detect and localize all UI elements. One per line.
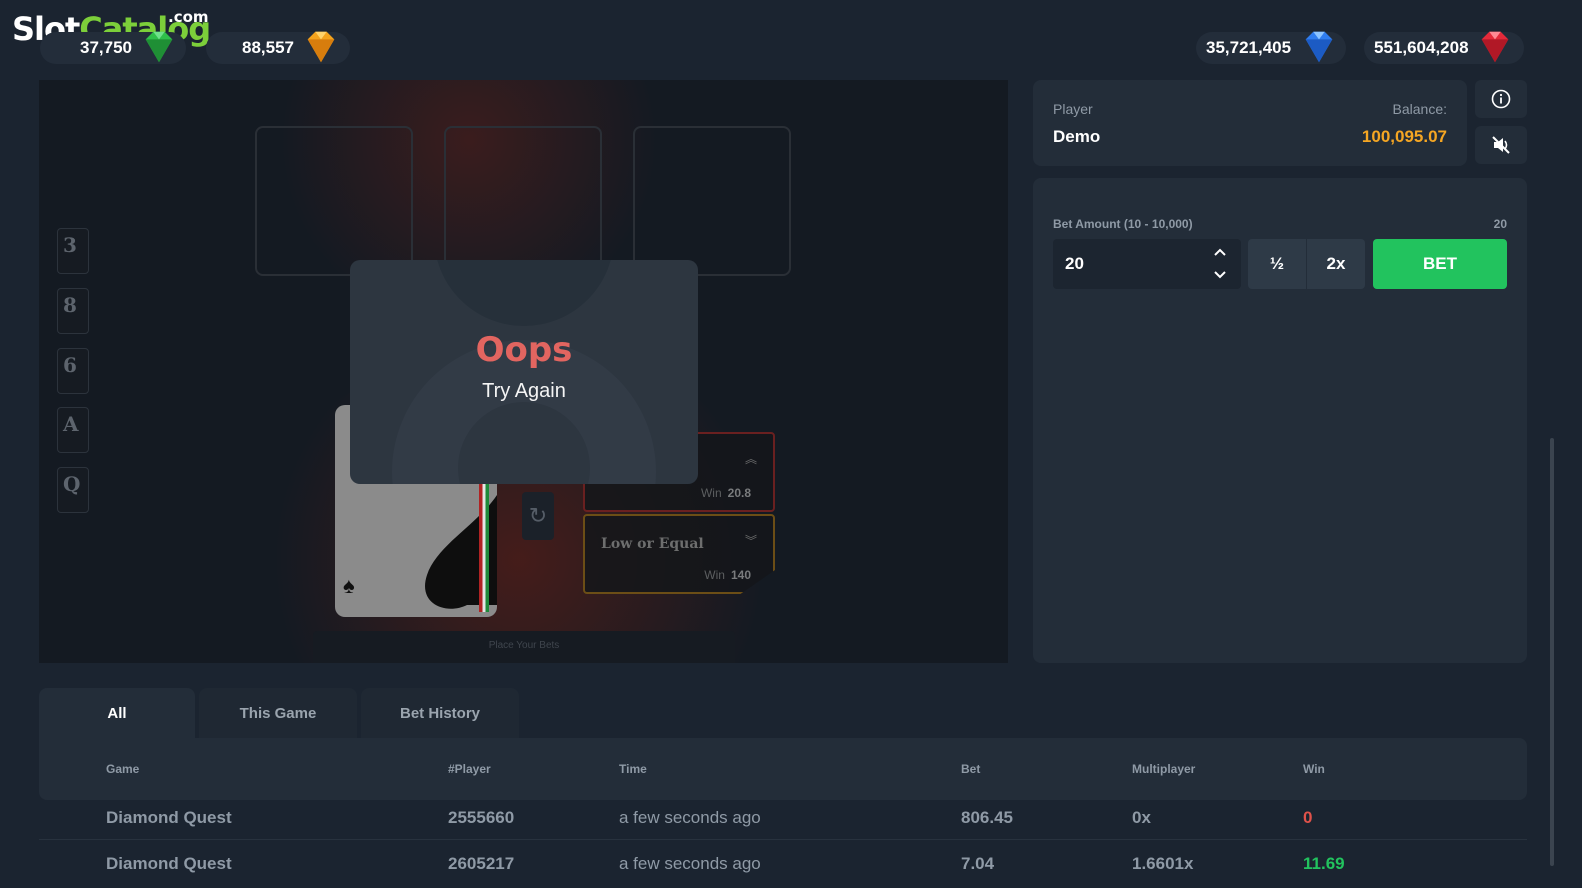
col-game: Game — [106, 762, 140, 776]
balance-value: 100,095.07 — [1361, 127, 1447, 146]
red-gem-icon — [1481, 31, 1509, 63]
cell-player: 2605217 — [448, 854, 515, 873]
mute-button[interactable] — [1475, 126, 1527, 164]
green-gem-icon — [145, 31, 173, 63]
history-card: Q — [57, 467, 89, 513]
jackpot-red-value: 551,604,208 — [1374, 38, 1469, 57]
tab-bet-history[interactable]: Bet History — [361, 688, 519, 738]
info-icon — [1491, 89, 1511, 109]
cell-multiplayer: 0x — [1132, 808, 1151, 827]
high-bet-win: Win 20.8 — [700, 486, 751, 500]
popup-title: Oops — [475, 330, 573, 370]
table-row: Diamond Quest 2605217 a few seconds ago … — [39, 842, 1527, 888]
cell-game: Diamond Quest — [106, 854, 232, 873]
jackpot-blue-value: 35,721,405 — [1206, 38, 1292, 57]
cell-multiplayer: 1.6601x — [1132, 854, 1194, 873]
history-card: A — [57, 407, 89, 453]
double-bet-button[interactable]: 2x — [1307, 239, 1365, 289]
tab-all[interactable]: All — [39, 688, 195, 738]
low-bet-box[interactable]: Low or Equal ︾ Win 140 — [583, 514, 775, 594]
mute-icon — [1492, 136, 1510, 154]
cell-time: a few seconds ago — [619, 854, 761, 873]
half-bet-button[interactable]: ½ — [1248, 239, 1306, 289]
spade-pip-icon: ♠ — [343, 573, 355, 598]
popup-subtitle: Try Again — [482, 380, 566, 402]
top-bar: SlotCatalog .com 37,750 88,557 35,721,40… — [0, 0, 1582, 78]
cell-bet: 806.45 — [961, 808, 1013, 827]
cell-win: 11.69 — [1303, 854, 1345, 873]
table-header: Game #Player Time Bet Multiplayer Win — [39, 738, 1527, 800]
oops-popup: Oops Try Again — [350, 260, 698, 484]
table-row: Diamond Quest 2555660 a few seconds ago … — [39, 800, 1527, 840]
cell-player: 2555660 — [448, 808, 515, 827]
col-time: Time — [619, 762, 647, 776]
card-slot — [444, 126, 602, 276]
col-bet: Bet — [961, 762, 981, 776]
player-label: Player — [1053, 101, 1093, 117]
blue-gem-icon — [1305, 31, 1333, 63]
bet-amount-current: 20 — [1493, 217, 1507, 231]
card-slot — [255, 126, 413, 276]
player-name: Demo — [1053, 127, 1101, 146]
col-multiplayer: Multiplayer — [1132, 762, 1196, 776]
place-bets-label: Place Your Bets — [313, 631, 735, 663]
card-stripe — [479, 480, 489, 612]
bet-amount-input[interactable]: 20 — [1053, 239, 1241, 289]
cell-bet: 7.04 — [961, 854, 995, 873]
cell-game: Diamond Quest — [106, 808, 232, 827]
balance-label: Balance: — [1392, 101, 1447, 117]
undo-button[interactable]: ↻ — [522, 492, 554, 540]
col-player: #Player — [448, 762, 491, 776]
chevron-up-icon: ︽ — [744, 452, 757, 466]
info-button[interactable] — [1475, 80, 1527, 118]
bet-amount-value: 20 — [1065, 254, 1084, 273]
cell-win: 0 — [1303, 808, 1313, 827]
player-panel: Player Demo Balance: 100,095.07 — [1033, 80, 1467, 166]
chevron-up-icon[interactable] — [1213, 247, 1227, 257]
bet-button[interactable]: BET — [1373, 239, 1507, 289]
col-win: Win — [1303, 762, 1325, 776]
history-card: 3 — [57, 228, 89, 274]
cell-time: a few seconds ago — [619, 808, 761, 827]
jackpot-orange-value: 88,557 — [242, 38, 294, 57]
chevron-down-icon: ︾ — [744, 534, 757, 548]
history-card: 8 — [57, 288, 89, 334]
tab-this-game[interactable]: This Game — [199, 688, 357, 738]
bet-panel: Bet Amount (10 - 10,000) 20 20 ½ 2x BET — [1033, 178, 1527, 663]
low-bet-win: Win 140 — [704, 568, 751, 582]
scrollbar[interactable] — [1550, 438, 1554, 866]
jackpot-green-value: 37,750 — [80, 38, 132, 57]
card-slot — [633, 126, 791, 276]
bet-amount-label: Bet Amount (10 - 10,000) — [1053, 217, 1193, 231]
history-card: 6 — [57, 348, 89, 394]
game-area: 3 8 6 A Q ♠ ↻ ︽ Win 20.8 Low or Equal ︾ W… — [39, 80, 1008, 663]
chevron-down-icon[interactable] — [1213, 270, 1227, 280]
orange-gem-icon — [307, 31, 335, 63]
low-bet-title: Low or Equal — [601, 536, 704, 552]
logo-dotcom-text: .com — [168, 8, 209, 26]
